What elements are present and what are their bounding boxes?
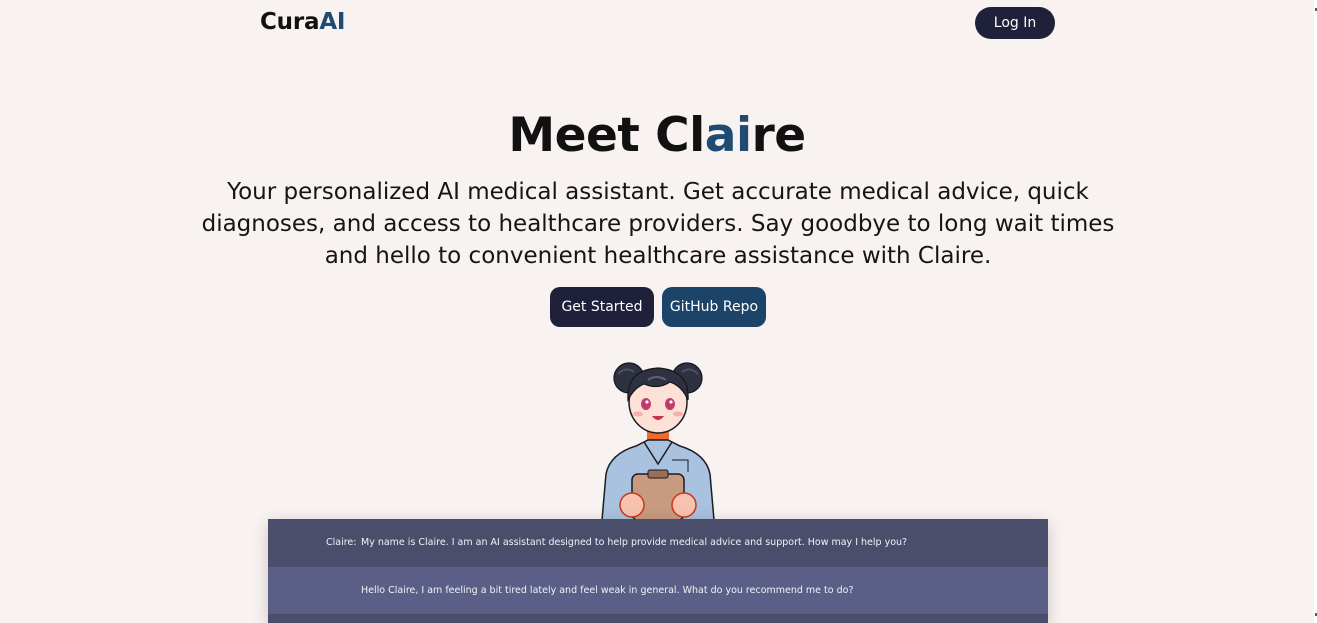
chat-panel: Claire: My name is Claire. I am an AI as…	[268, 519, 1048, 623]
navbar: CuraAI Log In	[0, 0, 1314, 47]
get-started-button[interactable]: Get Started	[550, 287, 654, 327]
claire-avatar-illustration	[601, 362, 715, 520]
logo-text-ai: AI	[319, 9, 346, 35]
login-button[interactable]: Log In	[975, 7, 1055, 39]
chat-message-text-user: Hello Claire, I am feeling a bit tired l…	[361, 585, 854, 596]
hero-title-part-1: Meet Cl	[508, 108, 705, 163]
hero-title: Meet Claire	[0, 106, 1314, 166]
github-repo-button[interactable]: GitHub Repo	[662, 287, 766, 327]
chat-message-text: My name is Claire. I am an AI assistant …	[361, 537, 908, 548]
chat-speaker-label: Claire:	[326, 537, 357, 548]
hero-title-accent: ai	[704, 108, 752, 163]
logo-text-cura: Cura	[260, 9, 320, 35]
chat-message-user: Hello Claire, I am feeling a bit tired l…	[268, 567, 1048, 614]
hero-title-part-3: re	[751, 108, 807, 163]
logo[interactable]: CuraAI	[260, 9, 345, 35]
hero-subtitle: Your personalized AI medical assistant. …	[201, 179, 1115, 269]
chat-message-next	[268, 614, 1048, 623]
chat-message-assistant: Claire: My name is Claire. I am an AI as…	[268, 519, 1048, 566]
